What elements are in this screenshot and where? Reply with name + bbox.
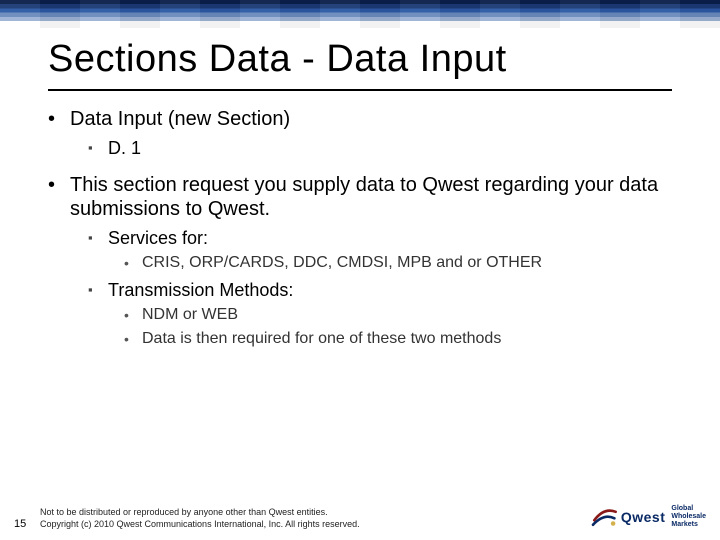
list-item: • Data Input (new Section) ▪ D. 1 [48, 107, 672, 159]
bullet-icon: • [48, 107, 70, 131]
list-item: ▪ Transmission Methods: • NDM or WEB [88, 279, 672, 349]
footer: 15 Not to be distributed or reproduced b… [0, 504, 720, 530]
bullet-text: Data Input (new Section) [70, 107, 290, 131]
bullet-icon: • [124, 329, 142, 349]
bullet-text: Services for: [108, 227, 208, 249]
legal-text: Not to be distributed or reproduced by a… [40, 506, 360, 530]
bullet-text: Data is then required for one of these t… [142, 329, 501, 349]
bullet-icon: • [124, 305, 142, 325]
list-item: ▪ Services for: • CRIS, ORP/CARDS, DDC, … [88, 227, 672, 273]
list-item: • This section request you supply data t… [48, 173, 672, 349]
bullet-text: D. 1 [108, 137, 141, 159]
list-item: • Data is then required for one of these… [124, 329, 672, 349]
bullet-text: NDM or WEB [142, 305, 238, 325]
header-banner [0, 0, 720, 28]
qwest-swoosh-icon [591, 504, 617, 530]
slide-body: • Data Input (new Section) ▪ D. 1 • This… [0, 91, 720, 349]
page-number: 15 [14, 518, 40, 530]
tagline-line: Global [671, 505, 706, 513]
tagline-line: Markets [671, 521, 706, 529]
tagline-line: Wholesale [671, 513, 706, 521]
list-item: • CRIS, ORP/CARDS, DDC, CMDSI, MPB and o… [124, 253, 672, 273]
bullet-icon: • [48, 173, 70, 221]
list-item: • NDM or WEB [124, 305, 672, 325]
legal-line: Copyright (c) 2010 Qwest Communications … [40, 518, 360, 530]
bullet-icon: • [124, 253, 142, 273]
brand-logo: Qwest Global Wholesale Markets [591, 504, 706, 530]
brand-name: Qwest [621, 509, 666, 525]
bullet-icon: ▪ [88, 227, 108, 249]
bullet-icon: ▪ [88, 279, 108, 301]
bullet-icon: ▪ [88, 137, 108, 159]
bullet-text: Transmission Methods: [108, 279, 293, 301]
bullet-text: CRIS, ORP/CARDS, DDC, CMDSI, MPB and or … [142, 253, 542, 273]
legal-line: Not to be distributed or reproduced by a… [40, 506, 360, 518]
list-item: ▪ D. 1 [88, 137, 672, 159]
bullet-text: This section request you supply data to … [70, 173, 672, 221]
slide-title: Sections Data - Data Input [48, 38, 672, 81]
brand-tagline: Global Wholesale Markets [671, 505, 706, 529]
